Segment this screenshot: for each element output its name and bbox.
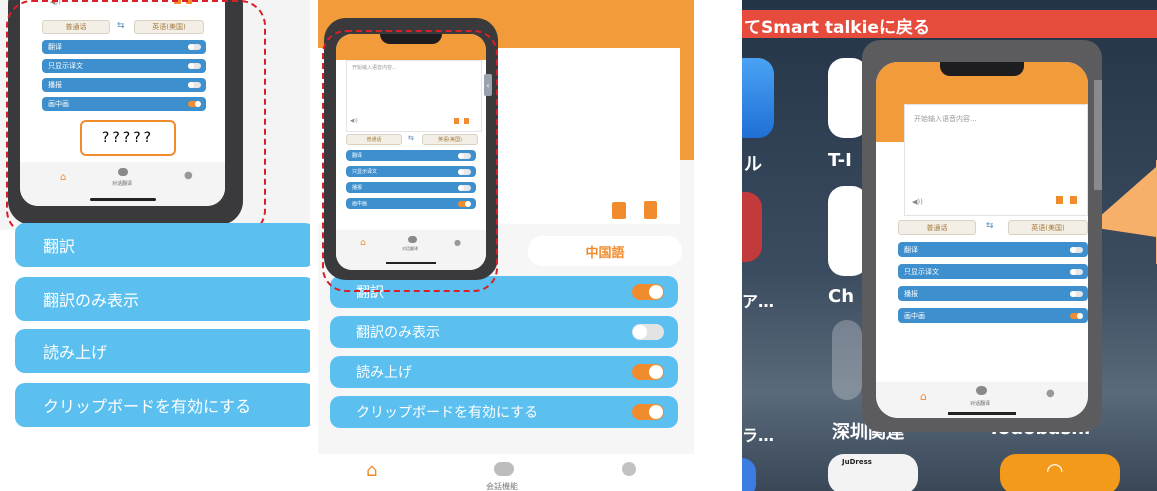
toggle[interactable] xyxy=(1070,290,1083,297)
highlight-dashed-frame xyxy=(6,0,266,236)
return-banner-text: てSmart talkieに戻る xyxy=(744,18,930,38)
app-label: ル xyxy=(744,154,762,175)
home-indicator xyxy=(948,412,1016,415)
row-label: 画中画 xyxy=(904,311,925,320)
setting-read-aloud[interactable]: 読み上げ xyxy=(330,356,678,388)
setting-translate[interactable]: 翻訳 xyxy=(15,223,310,267)
wifi-icon: ◠ xyxy=(1046,458,1064,482)
toggle[interactable] xyxy=(1070,312,1083,319)
setting-label: 翻訳のみ表示 xyxy=(43,291,140,310)
mini-row-read[interactable]: 播报 xyxy=(898,286,1088,301)
toggle[interactable] xyxy=(1070,268,1083,275)
mini-row-pip[interactable]: 画中画 xyxy=(898,308,1088,323)
lang-from-button[interactable]: 普通话 xyxy=(898,220,976,235)
row-label: 播报 xyxy=(904,289,918,298)
setting-label: 翻訳 xyxy=(43,237,76,256)
setting-label: 翻訳のみ表示 xyxy=(356,325,440,341)
highlight-dashed-frame xyxy=(322,30,498,292)
screenshot-panel-3: てSmart talkieに戻る ル T-I ア… Ch ラ… 深圳関連 Tod… xyxy=(742,0,1157,491)
lang-to-button[interactable]: 英语(美国) xyxy=(1008,220,1088,235)
user-icon[interactable]: ● xyxy=(1046,388,1055,399)
side-handle[interactable] xyxy=(1094,80,1102,190)
app-label: ラ… xyxy=(742,426,775,445)
mini-row-only[interactable]: 只显示译文 xyxy=(898,264,1088,279)
user-icon[interactable] xyxy=(622,462,636,476)
speaker-icon: ◀)) xyxy=(912,198,923,206)
app-icon-blue[interactable] xyxy=(742,58,774,138)
app-icon-red[interactable] xyxy=(742,192,762,262)
language-pill[interactable]: 中国語 xyxy=(528,236,682,266)
toggle[interactable] xyxy=(632,404,664,420)
copy-icon[interactable] xyxy=(1056,196,1063,204)
swap-icon[interactable]: ⇆ xyxy=(986,221,994,231)
mini-input-placeholder: 开始输入语音内容... xyxy=(914,115,977,123)
nav-label-conversation: 会話機能 xyxy=(486,482,518,491)
setting-label: クリップボードを有効にする xyxy=(43,397,252,416)
home-icon[interactable]: ⌂ xyxy=(920,390,927,403)
chat-icon[interactable] xyxy=(976,386,987,395)
trash-icon[interactable] xyxy=(1070,196,1077,204)
app-label: JuDress xyxy=(842,458,872,466)
setting-label: 読み上げ xyxy=(43,343,108,362)
mini-row-translate[interactable]: 翻译 xyxy=(898,242,1088,257)
setting-read-aloud[interactable]: 読み上げ xyxy=(15,329,310,373)
row-label: 只显示译文 xyxy=(904,267,939,276)
setting-clipboard[interactable]: クリップボードを有効にする xyxy=(15,383,310,427)
app-label: Ch xyxy=(828,286,855,307)
folder-icon[interactable] xyxy=(832,320,862,400)
app-label: T-I xyxy=(828,150,852,171)
copy-icon[interactable] xyxy=(612,202,626,219)
app-label: ア… xyxy=(742,292,775,311)
screenshot-panel-1: ◀)) 普通话 ⇆ 英语(美国) 翻译 只显示译文 播报 画中画 ????? ⌂… xyxy=(0,0,310,430)
nav-label: 对话翻译 xyxy=(970,401,991,407)
toggle[interactable] xyxy=(632,324,664,340)
setting-translate-only[interactable]: 翻訳のみ表示 xyxy=(330,316,678,348)
setting-clipboard[interactable]: クリップボードを有効にする xyxy=(330,396,678,428)
screenshot-panel-2: 中国語 翻訳 翻訳のみ表示 読み上げ クリップボードを有効にする ⌂ 会話機能 … xyxy=(318,0,694,491)
pip-phone-window[interactable]: 开始输入语音内容... ◀)) 普通话 ⇆ 英语(美国) 翻译 只显示译文 播报… xyxy=(862,40,1102,432)
toggle[interactable] xyxy=(1070,246,1083,253)
toggle[interactable] xyxy=(632,284,664,300)
chat-icon[interactable] xyxy=(494,462,514,476)
notch xyxy=(940,62,1024,76)
setting-label: クリップボードを有効にする xyxy=(356,405,539,421)
setting-label: 読み上げ xyxy=(356,365,412,381)
setting-translate-only[interactable]: 翻訳のみ表示 xyxy=(15,277,310,321)
pip-phone-screen: 开始输入语音内容... ◀)) 普通话 ⇆ 英语(美国) 翻译 只显示译文 播报… xyxy=(876,62,1088,418)
row-label: 翻译 xyxy=(904,245,918,254)
toggle[interactable] xyxy=(632,364,664,380)
home-icon[interactable]: ⌂ xyxy=(366,460,377,481)
trash-icon[interactable] xyxy=(644,201,657,219)
